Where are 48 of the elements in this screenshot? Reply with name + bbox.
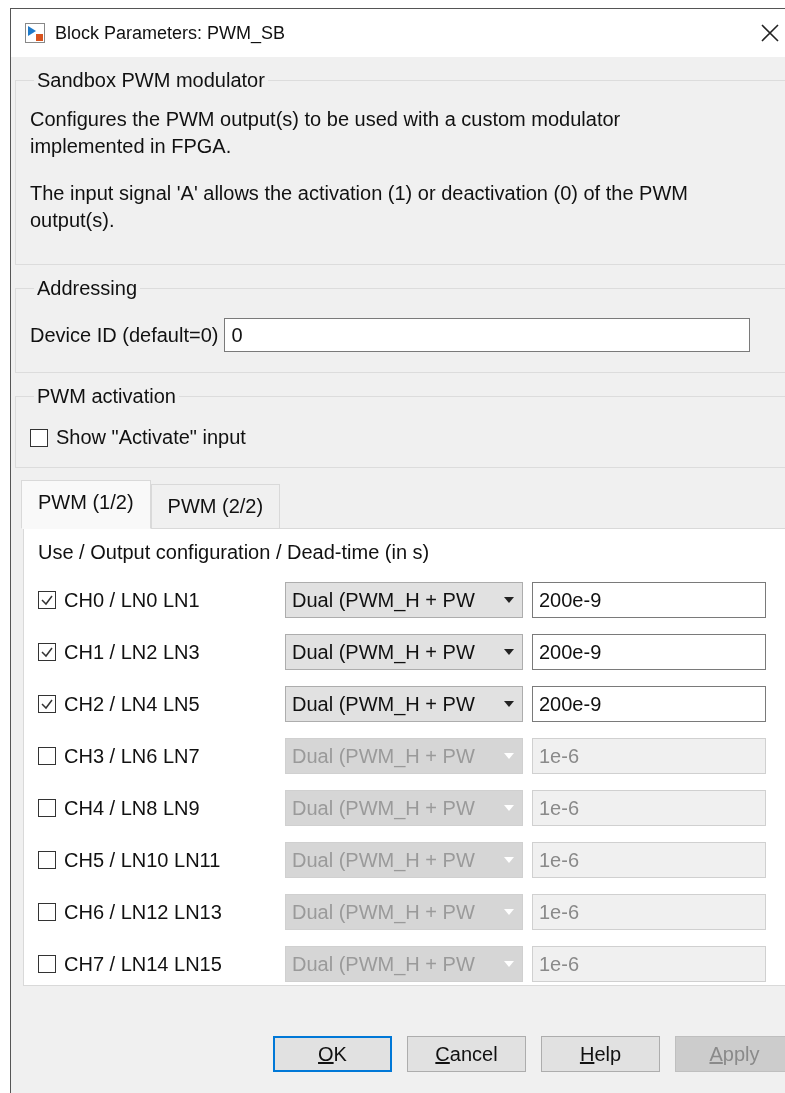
config-dropdown[interactable]: Dual (PWM_H + PW [285,686,523,722]
checkbox[interactable] [38,903,56,921]
checkbox[interactable] [38,591,56,609]
dead-time-field[interactable]: 200e-9 [532,582,766,618]
checkbox[interactable] [30,428,48,447]
caret-icon [504,909,514,915]
checkbox-label: Show "Activate" input [56,426,246,449]
channel-label: CH4 / LN8 LN9 [64,796,200,820]
dialog-button[interactable]: OK [273,1036,392,1072]
field-label: Device ID (default=0) [30,323,219,347]
caret-icon [504,701,514,707]
tab[interactable]: PWM (1/2) [21,480,151,529]
section-label: Use / Output configuration / Dead-time (in s) [38,541,431,564]
channel-label: CH5 / LN10 LN11 [64,848,221,872]
checkbox[interactable] [38,955,56,973]
checkbox[interactable] [38,747,56,765]
checkbox[interactable] [38,799,56,817]
channel-label: CH3 / LN6 LN7 [64,744,200,768]
checkbox[interactable] [38,851,56,869]
app-icon [25,23,45,43]
checkbox[interactable] [38,643,56,661]
caret-icon [504,649,514,655]
description-text: The input signal 'A' allows the activation (1) or deactivation (0) of the PWM output(s). [30,181,689,233]
dead-time-field[interactable]: 200e-9 [532,686,766,722]
channel-label: CH7 / LN14 LN15 [64,952,222,976]
dead-time-field[interactable]: 200e-9 [532,634,766,670]
checkbox[interactable] [38,695,56,713]
channel-label: CH0 / LN0 LN1 [64,588,200,612]
caret-icon [504,753,514,759]
dialog-button[interactable]: Help [541,1036,660,1072]
description-text: Configures the PWM output(s) to be used with a custom modulator implemented in FPGA. [30,107,622,159]
caret-icon [504,961,514,967]
device-id-field[interactable]: 0 [224,318,751,352]
group-title: PWM activation [36,385,177,408]
config-dropdown[interactable]: Dual (PWM_H + PW [285,634,523,670]
tab[interactable]: PWM (2/2) [150,484,281,529]
dialog-button[interactable]: Cancel [407,1036,526,1072]
caret-icon [504,857,514,863]
channel-label: CH2 / LN4 LN5 [64,692,200,716]
caret-icon [504,805,514,811]
channel-label: CH6 / LN12 LN13 [64,900,222,924]
config-dropdown[interactable]: Dual (PWM_H + PW [285,582,523,618]
window-title: Block Parameters: PWM_SB [55,22,287,44]
channel-label: CH1 / LN2 LN3 [64,640,200,664]
group-title: Addressing [36,277,139,300]
group-title: Sandbox PWM modulator [36,69,266,92]
close-icon[interactable] [761,24,779,42]
caret-icon [504,597,514,603]
